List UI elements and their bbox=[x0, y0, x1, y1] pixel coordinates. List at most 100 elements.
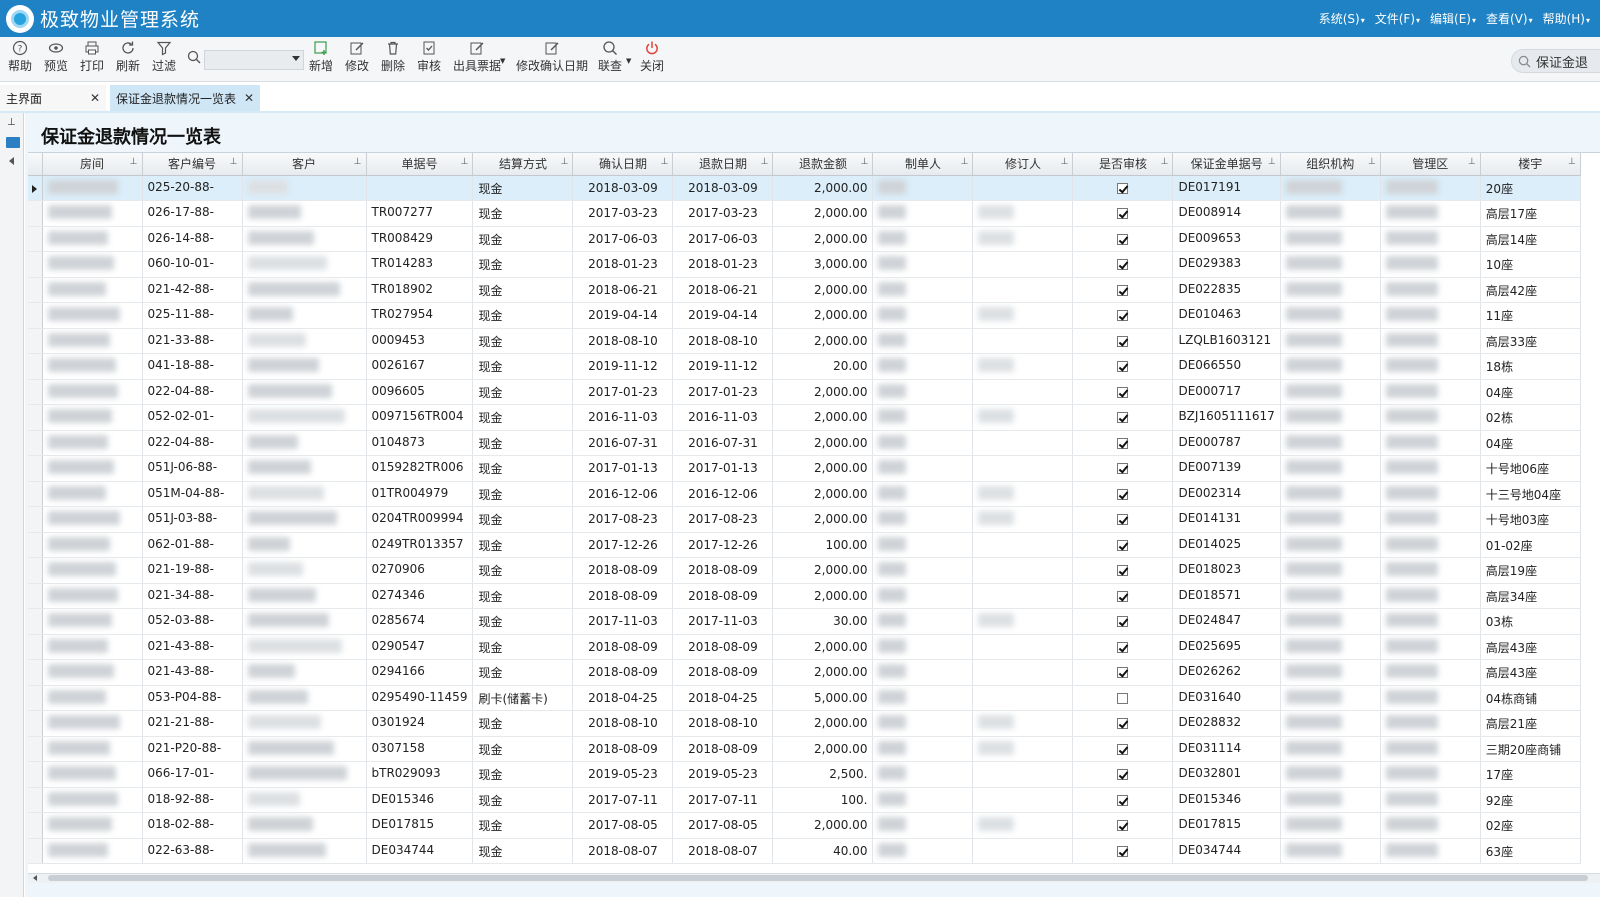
column-pin-icon[interactable]: ⊥ bbox=[1161, 157, 1169, 167]
column-pin-icon[interactable]: ⊥ bbox=[661, 157, 669, 167]
menu-view[interactable]: 查看(V)▾ bbox=[1486, 10, 1533, 27]
table-row[interactable]: 062-01-88- 0249TR013357 现金 2017-12-26 2017-1… bbox=[28, 532, 1581, 558]
tab-home[interactable]: 主界面 ✕ bbox=[0, 85, 106, 111]
row-indicator[interactable] bbox=[28, 379, 43, 405]
column-header[interactable]: 单据号 ⊥ bbox=[366, 153, 474, 176]
audited-checkbox[interactable] bbox=[1117, 463, 1129, 475]
row-indicator[interactable] bbox=[28, 634, 43, 660]
column-header[interactable]: 保证金单据号 ⊥ bbox=[1172, 153, 1281, 176]
cell-audited[interactable] bbox=[1072, 481, 1174, 507]
table-row[interactable]: 026-14-88- TR008429 现金 2017-06-03 2017-06-03… bbox=[28, 226, 1581, 252]
audited-checkbox[interactable] bbox=[1117, 667, 1129, 679]
close-button[interactable]: 关闭 bbox=[640, 40, 664, 74]
row-indicator[interactable] bbox=[28, 506, 43, 533]
row-indicator[interactable] bbox=[28, 710, 43, 737]
menu-system[interactable]: 系统(S)▾ bbox=[1319, 10, 1365, 27]
filter-button[interactable]: 过滤 bbox=[152, 40, 176, 74]
table-row[interactable]: 021-19-88- 0270906 现金 2018-08-09 2018-08-09 2… bbox=[28, 557, 1581, 584]
close-icon[interactable]: ✕ bbox=[244, 91, 254, 105]
global-search-box[interactable]: 保证金退 bbox=[1511, 49, 1600, 73]
cell-audited[interactable] bbox=[1072, 787, 1174, 813]
table-row[interactable]: 021-42-88- TR018902 现金 2018-06-21 2018-06-21… bbox=[28, 277, 1581, 303]
cell-audited[interactable] bbox=[1072, 226, 1174, 252]
audited-checkbox[interactable] bbox=[1117, 616, 1129, 628]
cell-audited[interactable] bbox=[1072, 583, 1174, 609]
row-indicator[interactable] bbox=[28, 532, 43, 558]
cell-audited[interactable] bbox=[1072, 353, 1174, 380]
audited-checkbox[interactable] bbox=[1117, 208, 1129, 220]
cell-audited[interactable] bbox=[1072, 251, 1174, 278]
audited-checkbox[interactable] bbox=[1117, 820, 1129, 832]
table-row[interactable]: 051J-03-88- 0204TR009994 现金 2017-08-23 2017-… bbox=[28, 506, 1581, 533]
column-header[interactable]: 是否审核 ⊥ bbox=[1072, 153, 1174, 176]
row-indicator[interactable] bbox=[28, 277, 43, 303]
table-row[interactable]: 053-P04-88- 0295490-11459 刷卡(储蓄卡) 2018-04-2… bbox=[28, 685, 1581, 711]
audited-checkbox[interactable] bbox=[1117, 335, 1129, 347]
table-row[interactable]: 021-21-88- 0301924 现金 2018-08-10 2018-08-10 2… bbox=[28, 710, 1581, 737]
row-indicator[interactable] bbox=[28, 226, 43, 252]
cell-audited[interactable] bbox=[1072, 302, 1174, 329]
audited-checkbox[interactable] bbox=[1117, 284, 1129, 296]
audited-checkbox[interactable] bbox=[1117, 769, 1129, 781]
scroll-left-icon[interactable] bbox=[33, 875, 37, 881]
cell-audited[interactable] bbox=[1072, 659, 1174, 686]
cell-audited[interactable] bbox=[1072, 379, 1174, 405]
audited-checkbox[interactable] bbox=[1117, 743, 1129, 755]
audited-checkbox[interactable] bbox=[1117, 182, 1129, 194]
table-row[interactable]: 021-34-88- 0274346 现金 2018-08-09 2018-08-09 2… bbox=[28, 583, 1581, 609]
column-pin-icon[interactable]: ⊥ bbox=[1468, 157, 1476, 167]
table-row[interactable]: 052-03-88- 0285674 现金 2017-11-03 2017-11-03 3… bbox=[28, 608, 1581, 635]
audited-checkbox[interactable] bbox=[1117, 310, 1129, 322]
cell-audited[interactable] bbox=[1072, 455, 1174, 482]
search-icon[interactable] bbox=[187, 50, 201, 64]
row-indicator[interactable] bbox=[28, 455, 43, 482]
table-row[interactable]: 021-43-88- 0290547 现金 2018-08-09 2018-08-09 2… bbox=[28, 634, 1581, 660]
row-indicator[interactable] bbox=[28, 838, 43, 864]
table-row[interactable]: 018-92-88- DE015346 现金 2017-07-11 2017-07-11… bbox=[28, 787, 1581, 813]
table-row[interactable]: 022-63-88- DE034744 现金 2018-08-07 2018-08-07… bbox=[28, 838, 1581, 864]
collapse-arrow-icon[interactable] bbox=[9, 157, 14, 165]
preview-button[interactable]: 预览 bbox=[44, 40, 68, 74]
pin-icon[interactable]: ⊥ bbox=[7, 117, 16, 128]
column-header[interactable]: 房间 ⊥ bbox=[42, 153, 143, 176]
audited-checkbox[interactable] bbox=[1117, 259, 1129, 271]
row-indicator[interactable] bbox=[28, 200, 43, 227]
menu-edit[interactable]: 编辑(E)▾ bbox=[1430, 10, 1476, 27]
table-row[interactable]: 021-P20-88- 0307158 现金 2018-08-09 2018-08-09… bbox=[28, 736, 1581, 762]
audited-checkbox[interactable] bbox=[1117, 718, 1129, 730]
table-row[interactable]: 051M-04-88- 01TR004979 现金 2016-12-06 2016-12… bbox=[28, 481, 1581, 507]
audited-checkbox[interactable] bbox=[1117, 590, 1129, 602]
cell-audited[interactable] bbox=[1072, 685, 1174, 711]
column-pin-icon[interactable]: ⊥ bbox=[1568, 157, 1576, 167]
column-header[interactable]: 客户 ⊥ bbox=[242, 153, 367, 176]
row-indicator[interactable] bbox=[28, 328, 43, 354]
cell-audited[interactable] bbox=[1072, 761, 1174, 788]
cell-audited[interactable] bbox=[1072, 838, 1174, 864]
row-indicator[interactable] bbox=[28, 685, 43, 711]
column-header[interactable]: 修订人 ⊥ bbox=[972, 153, 1074, 176]
column-pin-icon[interactable]: ⊥ bbox=[230, 157, 238, 167]
audited-checkbox[interactable] bbox=[1117, 539, 1129, 551]
cell-audited[interactable] bbox=[1072, 430, 1174, 456]
edit-confirm-date-button[interactable]: 修改确认日期 bbox=[516, 40, 588, 74]
issue-ticket-button[interactable]: 出具票据 bbox=[453, 40, 501, 74]
table-row[interactable]: 026-17-88- TR007277 现金 2017-03-23 2017-03-23… bbox=[28, 200, 1581, 227]
cell-audited[interactable] bbox=[1072, 277, 1174, 303]
row-indicator[interactable] bbox=[28, 812, 43, 839]
column-header[interactable]: 客户编号 ⊥ bbox=[142, 153, 243, 176]
column-pin-icon[interactable]: ⊥ bbox=[1061, 157, 1069, 167]
edit-button[interactable]: 修改 bbox=[345, 40, 369, 74]
help-button[interactable]: ? 帮助 bbox=[8, 40, 32, 74]
table-row[interactable]: 021-33-88- 0009453 现金 2018-08-10 2018-08-10 2… bbox=[28, 328, 1581, 354]
cell-audited[interactable] bbox=[1072, 812, 1174, 839]
column-pin-icon[interactable]: ⊥ bbox=[1368, 157, 1376, 167]
column-pin-icon[interactable]: ⊥ bbox=[861, 157, 869, 167]
cell-audited[interactable] bbox=[1072, 634, 1174, 660]
table-row[interactable]: 018-02-88- DE017815 现金 2017-08-05 2017-08-05… bbox=[28, 812, 1581, 839]
row-indicator[interactable] bbox=[28, 761, 43, 788]
column-header[interactable]: 退款金额 ⊥ bbox=[772, 153, 874, 176]
cell-audited[interactable] bbox=[1072, 175, 1174, 201]
audit-button[interactable]: 审核 bbox=[417, 40, 441, 74]
table-row[interactable]: 066-17-01- bTR029093 现金 2019-05-23 2019-05-2… bbox=[28, 761, 1581, 788]
refresh-button[interactable]: 刷新 bbox=[116, 40, 140, 74]
